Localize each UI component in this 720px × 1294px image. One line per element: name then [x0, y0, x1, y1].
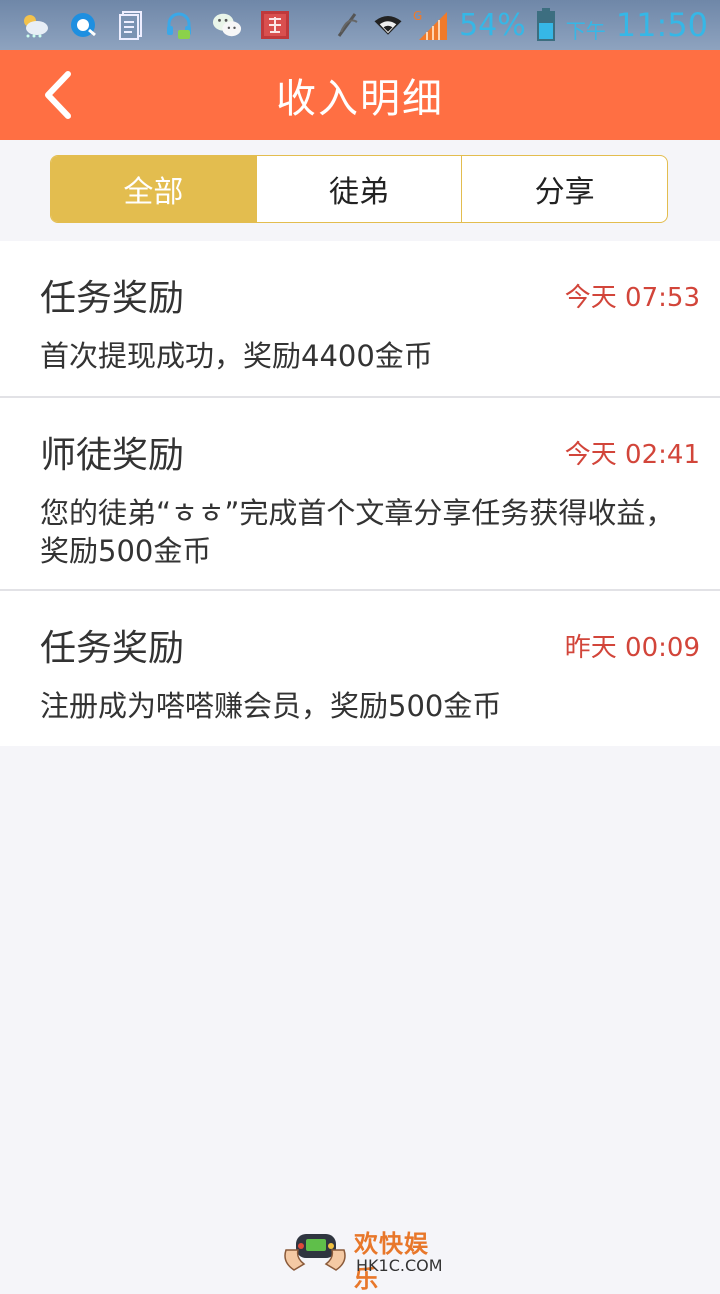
status-time: 11:50	[615, 6, 708, 44]
income-list: 任务奖励 今天 07:53 首次提现成功，奖励4400金币 师徒奖励 今天 02…	[0, 241, 720, 746]
document-icon	[116, 10, 146, 40]
page-title: 收入明细	[276, 76, 444, 122]
record-title: 任务奖励	[40, 628, 185, 669]
record-time: 今天 07:53	[564, 283, 700, 313]
weather-icon	[20, 10, 50, 40]
back-button[interactable]	[34, 68, 88, 122]
record-description: 首次提现成功，奖励4400金币	[40, 339, 433, 373]
svg-text:G: G	[413, 9, 422, 23]
record-description: 您的徒弟“ㅎㅎ”完成首个文章分享任务获得收益，奖励500金币	[40, 496, 675, 568]
signal-icon: G	[413, 9, 449, 40]
record-time: 今天 02:41	[564, 440, 700, 470]
tab-all[interactable]: 全部	[51, 156, 256, 222]
headset-icon	[164, 10, 194, 40]
battery-icon	[536, 8, 556, 41]
record-title: 任务奖励	[40, 278, 185, 319]
no-signal-icon	[333, 10, 363, 40]
status-ampm: 下午	[565, 18, 606, 43]
record-title: 师徒奖励	[40, 435, 185, 476]
mahjong-icon	[260, 10, 290, 40]
tab-share[interactable]: 分享	[461, 156, 667, 222]
wechat-icon	[212, 10, 242, 40]
status-bar: G 54% 下午 11:50	[0, 0, 720, 50]
record-description: 注册成为嗒嗒赚会员，奖励500金币	[40, 689, 502, 723]
record-time: 昨天 00:09	[564, 633, 700, 663]
watermark-domain: HK1C.COM	[356, 1256, 443, 1275]
gamepad-hands-icon	[284, 1234, 346, 1271]
list-item[interactable]: 任务奖励 今天 07:53 首次提现成功，奖励4400金币	[0, 241, 720, 398]
tab-apprentice[interactable]: 徒弟	[255, 156, 462, 222]
watermark: 欢快娱乐 HK1C.COM	[282, 1220, 452, 1293]
list-item[interactable]: 师徒奖励 今天 02:41 您的徒弟“ㅎㅎ”完成首个文章分享任务获得收益，奖励5…	[0, 398, 720, 591]
wifi-icon	[373, 10, 403, 40]
chevron-left-icon	[45, 71, 71, 119]
battery-percent: 54%	[459, 7, 526, 43]
title-bar: 收入明细	[0, 50, 720, 140]
browser-icon	[68, 10, 98, 40]
list-item[interactable]: 任务奖励 昨天 00:09 注册成为嗒嗒赚会员，奖励500金币	[0, 591, 720, 746]
filter-tabs: 全部 徒弟 分享	[50, 155, 668, 223]
